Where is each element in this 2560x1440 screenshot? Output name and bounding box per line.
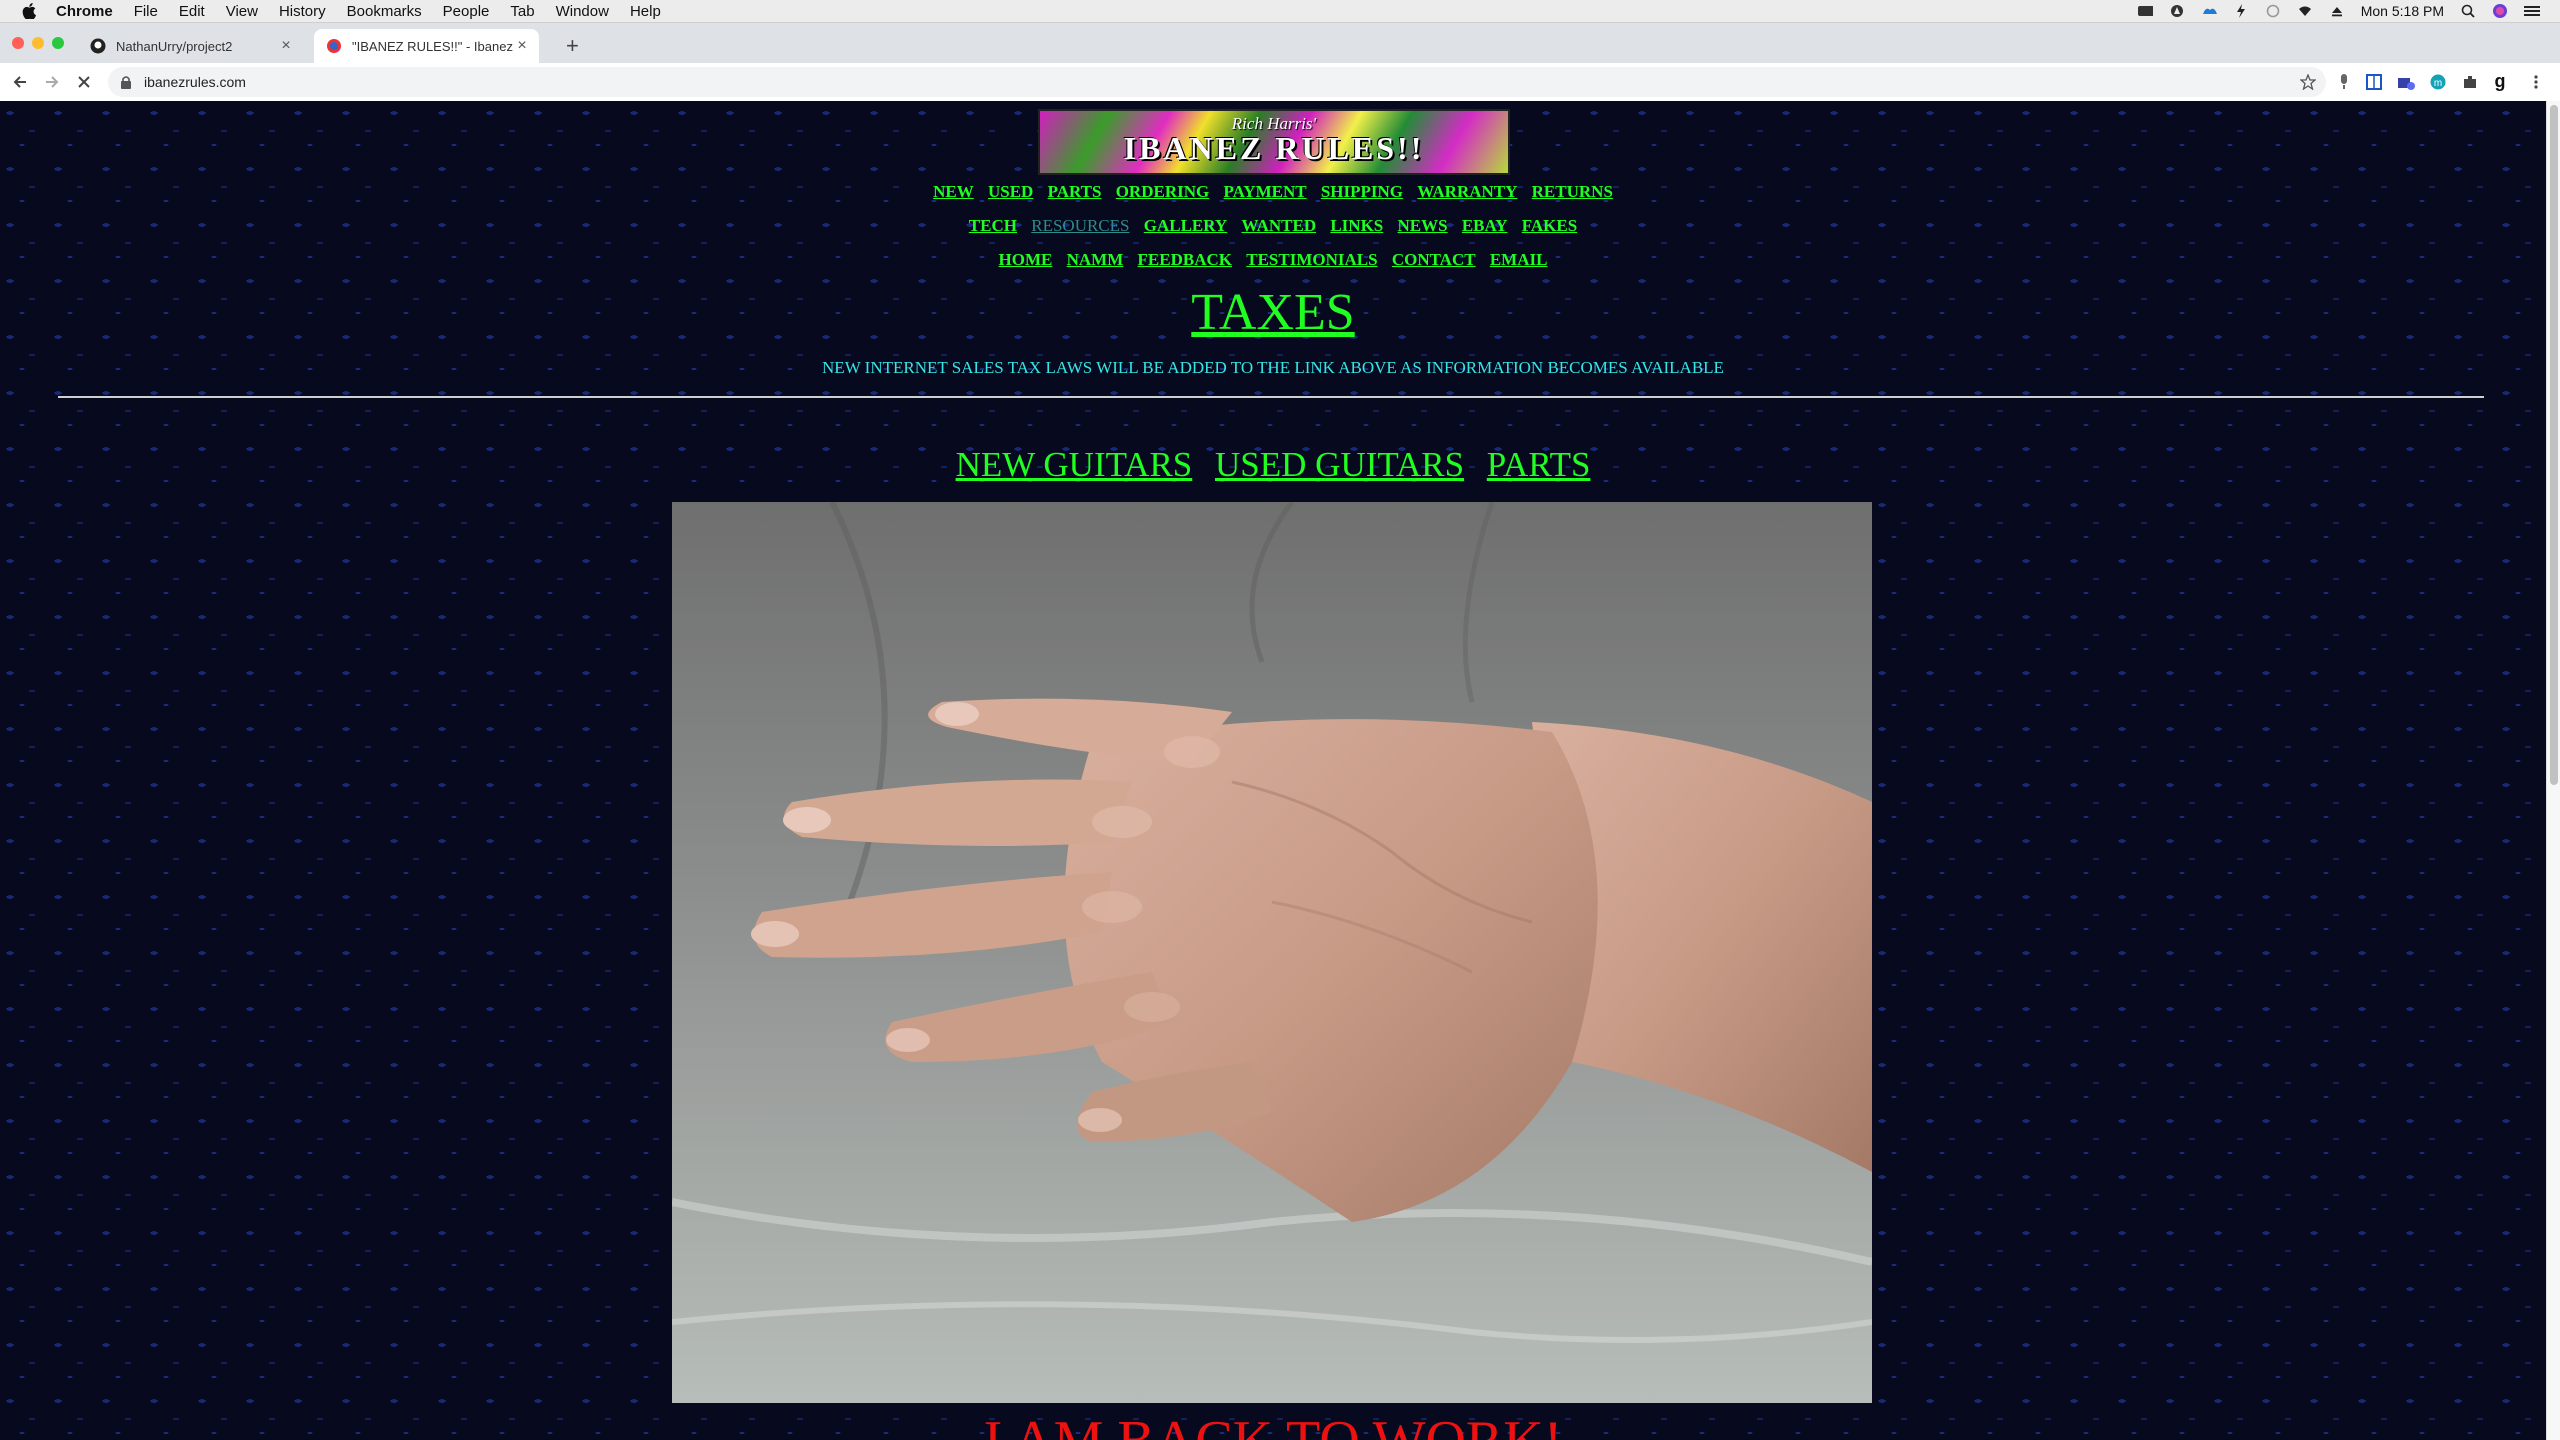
nav-link-warranty[interactable]: WARRANTY [1417, 182, 1517, 201]
menubar-clock[interactable]: Mon 5:18 PM [2361, 3, 2444, 19]
window-controls [12, 37, 64, 49]
nav-row-1: NEW USED PARTS ORDERING PAYMENT SHIPPING… [0, 182, 2546, 202]
tax-notice-text: NEW INTERNET SALES TAX LAWS WILL BE ADDE… [822, 358, 1724, 377]
horizontal-divider [58, 396, 2484, 398]
github-icon [90, 38, 106, 54]
tab-title: "IBANEZ RULES!!" - Ibanez Gu [352, 38, 513, 54]
tab-github-project[interactable]: NathanUrry/project2 × [78, 29, 303, 63]
nav-link-ordering[interactable]: ORDERING [1116, 182, 1210, 201]
nav-link-resources[interactable]: RESOURCES [1031, 216, 1129, 235]
nav-link-home[interactable]: HOME [999, 250, 1053, 269]
forward-arrow-icon[interactable] [42, 72, 62, 92]
microphone-extension-icon[interactable] [2334, 72, 2354, 92]
nav-row-3: HOME NAMM FEEDBACK TESTIMONIALS CONTACT … [0, 250, 2546, 270]
nav-link-shipping[interactable]: SHIPPING [1321, 182, 1403, 201]
hand-photo-drawing [672, 502, 1872, 1403]
scrollbar-thumb[interactable] [2550, 105, 2558, 785]
nav-link-testimonials[interactable]: TESTIMONIALS [1246, 250, 1377, 269]
menubar-status-area: Mon 5:18 PM [2137, 0, 2540, 22]
banner-title: IBANEZ RULES!! [1123, 130, 1425, 166]
menu-tab[interactable]: Tab [510, 3, 534, 20]
eject-icon[interactable] [2329, 3, 2345, 19]
siri-icon[interactable] [2492, 3, 2508, 19]
page-viewport: Rich Harris' IBANEZ RULES!! NEW USED PAR… [0, 101, 2546, 1440]
nav-link-new[interactable]: NEW [933, 182, 974, 201]
bookmark-star-icon[interactable] [2299, 73, 2317, 91]
grammarly-g-icon[interactable]: g [2490, 72, 2510, 92]
stop-loading-icon[interactable] [74, 72, 94, 92]
page-scrollbar[interactable] [2546, 101, 2560, 1440]
sync-icon[interactable] [2265, 3, 2281, 19]
close-tab-icon[interactable]: × [277, 37, 295, 55]
nav-link-tech[interactable]: TECH [969, 216, 1017, 235]
layers-extension-icon[interactable] [2396, 72, 2416, 92]
nav-link-news[interactable]: NEWS [1398, 216, 1448, 235]
back-arrow-icon[interactable] [10, 72, 30, 92]
address-bar[interactable]: ibanezrules.com [108, 67, 2326, 97]
bolt-icon[interactable] [2233, 3, 2249, 19]
extensions-puzzle-icon[interactable] [2460, 72, 2480, 92]
nav-link-wanted[interactable]: WANTED [1241, 216, 1316, 235]
nav-link-feedback[interactable]: FEEDBACK [1138, 250, 1232, 269]
address-url[interactable]: ibanezrules.com [144, 74, 246, 90]
menu-help[interactable]: Help [630, 3, 661, 20]
nav-link-used[interactable]: USED [988, 182, 1033, 201]
nav-link-ebay[interactable]: EBAY [1462, 216, 1508, 235]
menu-edit[interactable]: Edit [179, 3, 205, 20]
nav-link-email[interactable]: EMAIL [1490, 250, 1548, 269]
grid-extension-icon[interactable] [2364, 72, 2384, 92]
browser-toolbar: ibanezrules.com m g [0, 63, 2560, 102]
browser-tabstrip: NathanUrry/project2 × "IBANEZ RULES!!" -… [0, 23, 2560, 63]
minimize-window-icon[interactable] [32, 37, 44, 49]
menu-app-chrome[interactable]: Chrome [56, 3, 113, 20]
menu-window[interactable]: Window [556, 3, 609, 20]
nav-row-2: TECH RESOURCES GALLERY WANTED LINKS NEWS… [0, 216, 2546, 236]
menu-view[interactable]: View [226, 3, 258, 20]
close-tab-icon[interactable]: × [513, 37, 531, 55]
new-tab-icon[interactable]: + [566, 35, 579, 57]
site-banner-logo[interactable]: Rich Harris' IBANEZ RULES!! [1038, 109, 1510, 175]
vpn-icon[interactable] [2169, 3, 2185, 19]
tab-title: NathanUrry/project2 [116, 38, 233, 54]
apple-menu-icon[interactable] [20, 2, 38, 20]
category-nav: NEW GUITARS USED GUITARS PARTS [0, 445, 2546, 485]
nav-link-fakes[interactable]: FAKES [1522, 216, 1577, 235]
svg-text:m: m [2434, 78, 2442, 89]
chrome-menu-icon[interactable] [2526, 72, 2546, 92]
nav-link-returns[interactable]: RETURNS [1532, 182, 1613, 201]
nav-link-namm[interactable]: NAMM [1067, 250, 1124, 269]
nav-link-contact[interactable]: CONTACT [1392, 250, 1476, 269]
nav-link-payment[interactable]: PAYMENT [1223, 182, 1306, 201]
taxes-heading-link[interactable]: TAXES [0, 283, 2546, 342]
menu-people[interactable]: People [443, 3, 490, 20]
spotlight-search-icon[interactable] [2460, 3, 2476, 19]
macos-menubar: Chrome File Edit View History Bookmarks … [0, 0, 2560, 23]
lock-icon[interactable] [120, 75, 134, 89]
close-window-icon[interactable] [12, 37, 24, 49]
back-to-work-banner: I AM BACK TO WORK! [0, 1409, 2546, 1440]
menu-file[interactable]: File [134, 3, 158, 20]
cloud-sync-icon[interactable] [2201, 3, 2217, 19]
zoom-window-icon[interactable] [52, 37, 64, 49]
wifi-icon[interactable] [2297, 3, 2313, 19]
menu-bookmarks[interactable]: Bookmarks [347, 3, 422, 20]
display-icon[interactable] [2137, 3, 2153, 19]
link-new-guitars[interactable]: NEW GUITARS [956, 445, 1193, 484]
link-parts[interactable]: PARTS [1487, 445, 1591, 484]
nav-link-gallery[interactable]: GALLERY [1144, 216, 1227, 235]
hand-photo-image [672, 502, 1872, 1403]
tab-ibanez-rules[interactable]: "IBANEZ RULES!!" - Ibanez Gu × [314, 29, 539, 63]
notification-center-icon[interactable] [2524, 3, 2540, 19]
nav-link-parts[interactable]: PARTS [1048, 182, 1102, 201]
link-used-guitars[interactable]: USED GUITARS [1215, 445, 1464, 484]
m-extension-icon[interactable]: m [2428, 72, 2448, 92]
menu-history[interactable]: History [279, 3, 326, 20]
nav-link-links[interactable]: LINKS [1330, 216, 1383, 235]
site-favicon-icon [326, 38, 342, 54]
svg-text:g: g [2495, 73, 2506, 91]
